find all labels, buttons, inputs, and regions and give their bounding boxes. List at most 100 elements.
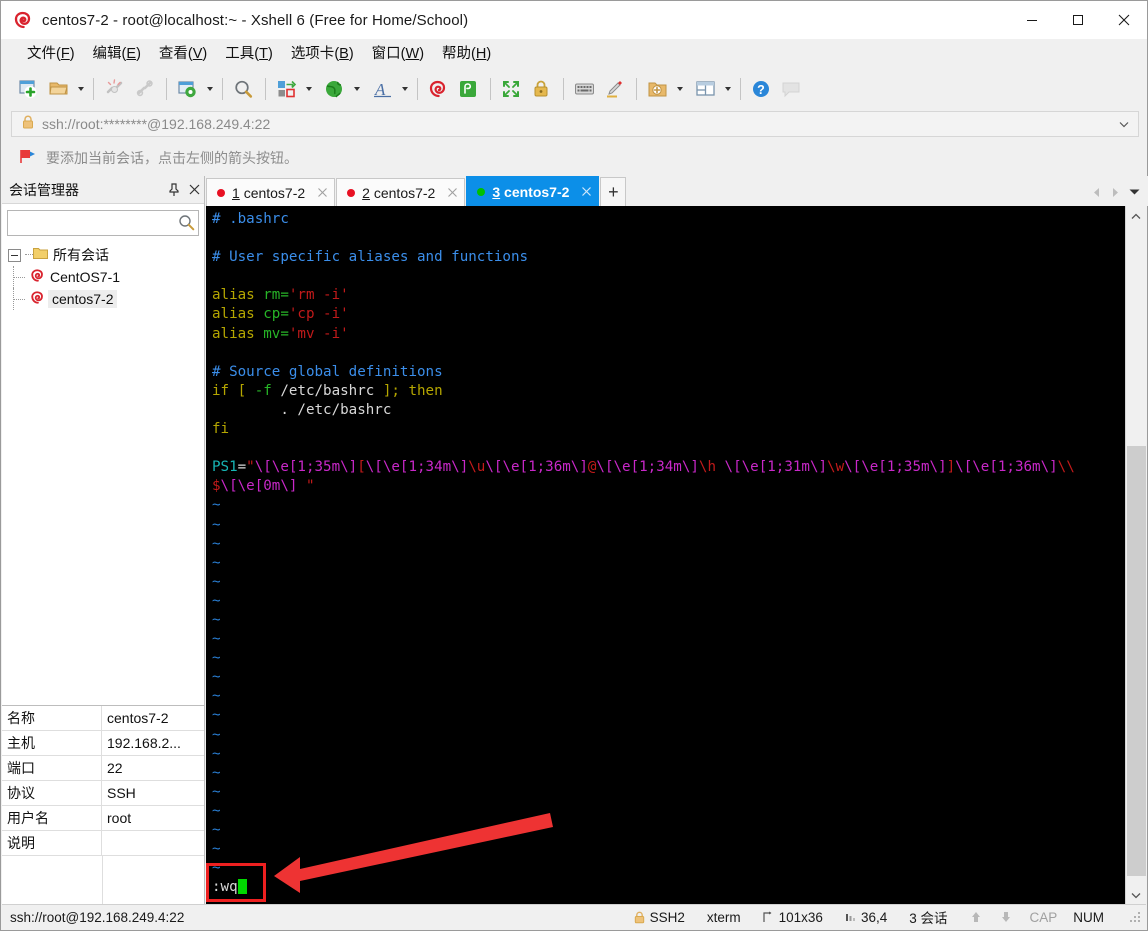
search-icon[interactable] [229,74,259,104]
toolbar: A ? [2,69,1146,109]
chevron-down-icon[interactable] [1114,112,1134,136]
tab-title: centos7-2 [504,183,570,200]
status-cursor-position[interactable]: 36,4 [845,910,887,925]
highlight-icon[interactable] [600,74,630,104]
add-folder-dropdown-icon[interactable] [673,74,686,104]
add-folder-icon[interactable] [643,74,673,104]
terminal-screen[interactable]: # .bashrc # User specific aliases and fu… [206,206,1126,905]
tab-index: 2 [362,184,370,201]
status-size[interactable]: 101x36 [763,910,823,925]
search-icon[interactable] [178,214,195,236]
terminal-span: $ [212,478,221,495]
tab-list-chevron-down-icon[interactable] [1125,181,1144,203]
xftp-icon[interactable] [454,74,484,104]
terminal-span: mv= [263,325,289,342]
tab-1-centos7-2[interactable]: 1 centos7-2 [206,178,336,206]
terminal-scrollbar[interactable] [1125,206,1146,905]
tab-3-centos7-2[interactable]: 3 centos7-2 [466,176,600,206]
menu-file-accel: F [60,45,70,62]
web-browser-dropdown-icon[interactable] [350,74,363,104]
terminal-span: \[\e[1;36m\] [485,459,588,476]
pin-icon[interactable] [164,179,184,201]
resize-grip-icon[interactable] [1128,910,1142,924]
terminal-span: \[\e[1;31m\] [724,459,828,476]
menu-view-label: 查看 [158,45,188,62]
lock-icon[interactable] [527,74,557,104]
connect-icon [130,74,160,104]
chat-icon [777,74,807,104]
session-properties-dropdown-icon[interactable] [203,74,216,104]
close-icon[interactable] [578,184,594,200]
open-folder-icon[interactable] [44,74,74,104]
menu-edit[interactable]: 编辑(E) [84,43,150,66]
font-dropdown-icon[interactable] [398,74,411,104]
terminal-command-line[interactable]: :wq [212,878,1126,897]
tab-bar: 1 centos7-2 2 centos7-2 3 centos7-2 + [206,176,1148,206]
tilde-icon: ~ [212,764,221,781]
menu-view[interactable]: 查看(V) [150,43,216,66]
search-input[interactable] [8,212,198,234]
help-icon[interactable]: ? [747,74,777,104]
property-value [102,831,204,855]
new-tab-button[interactable]: + [600,177,627,206]
status-security[interactable]: SSH2 [634,910,685,925]
menu-tabs-label: 选项卡 [290,45,335,62]
scroll-down-icon[interactable] [1126,885,1146,905]
scroll-up-icon[interactable] [1126,206,1146,226]
address-bar[interactable]: ssh://root:********@192.168.249.4:22 [11,111,1139,137]
layout-dropdown-icon[interactable] [721,74,734,104]
menu-window[interactable]: 窗口(W) [363,43,433,66]
tree-node-all-sessions[interactable]: 所有会话 [2,244,204,266]
fullscreen-icon[interactable] [497,74,527,104]
transfer-file-dropdown-icon[interactable] [302,74,315,104]
tab-2-centos7-2[interactable]: 2 centos7-2 [336,178,466,206]
session-search-box[interactable] [7,210,199,236]
menu-help[interactable]: 帮助(H) [433,43,500,66]
layout-icon[interactable] [691,74,721,104]
status-bar: ssh://root@192.168.249.4:22 SSH2 xterm 1… [2,904,1146,929]
property-row-description: 说明 [2,831,204,856]
menu-tabs[interactable]: 选项卡(B) [282,43,363,66]
maximize-button[interactable] [1055,1,1101,39]
close-button[interactable] [1101,1,1147,39]
tilde-icon: ~ [212,592,221,609]
menu-tools[interactable]: 工具(T) [216,43,282,66]
scrollbar-track[interactable] [1126,226,1146,885]
menu-file[interactable]: 文件(F) [18,43,84,66]
transfer-file-icon[interactable] [272,74,302,104]
font-icon[interactable]: A [368,74,398,104]
terminal-empty-line-marker: ~ [212,611,1126,630]
property-key: 端口 [2,756,102,780]
close-icon[interactable] [314,185,330,201]
property-value: 192.168.2... [107,735,181,751]
session-icon [30,268,45,286]
terminal-empty-line-marker: ~ [212,516,1126,535]
tree-node-centos7-1[interactable]: CentOS7-1 [2,266,204,288]
tab-label: 3 centos7-2 [492,184,569,200]
keyboard-icon[interactable] [570,74,600,104]
terminal-line: # .bashrc [212,210,1126,229]
terminal-span: # Source global definitions [212,363,443,380]
scrollbar-thumb[interactable] [1127,446,1146,876]
tilde-icon: ~ [212,554,221,571]
web-browser-icon[interactable] [320,74,350,104]
tree-connector [25,254,33,256]
arrow-down-icon [999,910,1013,924]
status-session-count[interactable]: 3 会话 [909,907,947,927]
terminal-empty-line-marker: ~ [212,649,1126,668]
new-session-icon[interactable] [14,74,44,104]
collapse-toggle-icon[interactable] [8,248,21,262]
session-properties-icon[interactable] [173,74,203,104]
terminal-line: PS1="\[\e[1;35m\][\[\e[1;34m\]\u\[\e[1;3… [212,458,1126,477]
open-folder-dropdown-icon[interactable] [74,74,87,104]
close-icon[interactable] [444,185,460,201]
close-icon[interactable] [184,179,204,201]
menu-help-label: 帮助 [442,45,472,62]
tree-node-centos7-2[interactable]: centos7-2 [2,288,204,310]
terminal-empty-line-marker: ~ [212,687,1126,706]
xshell-icon[interactable] [424,74,454,104]
minimize-button[interactable] [1009,1,1055,39]
status-terminal-type-text: xterm [706,909,741,925]
status-terminal-type[interactable]: xterm [707,910,741,925]
